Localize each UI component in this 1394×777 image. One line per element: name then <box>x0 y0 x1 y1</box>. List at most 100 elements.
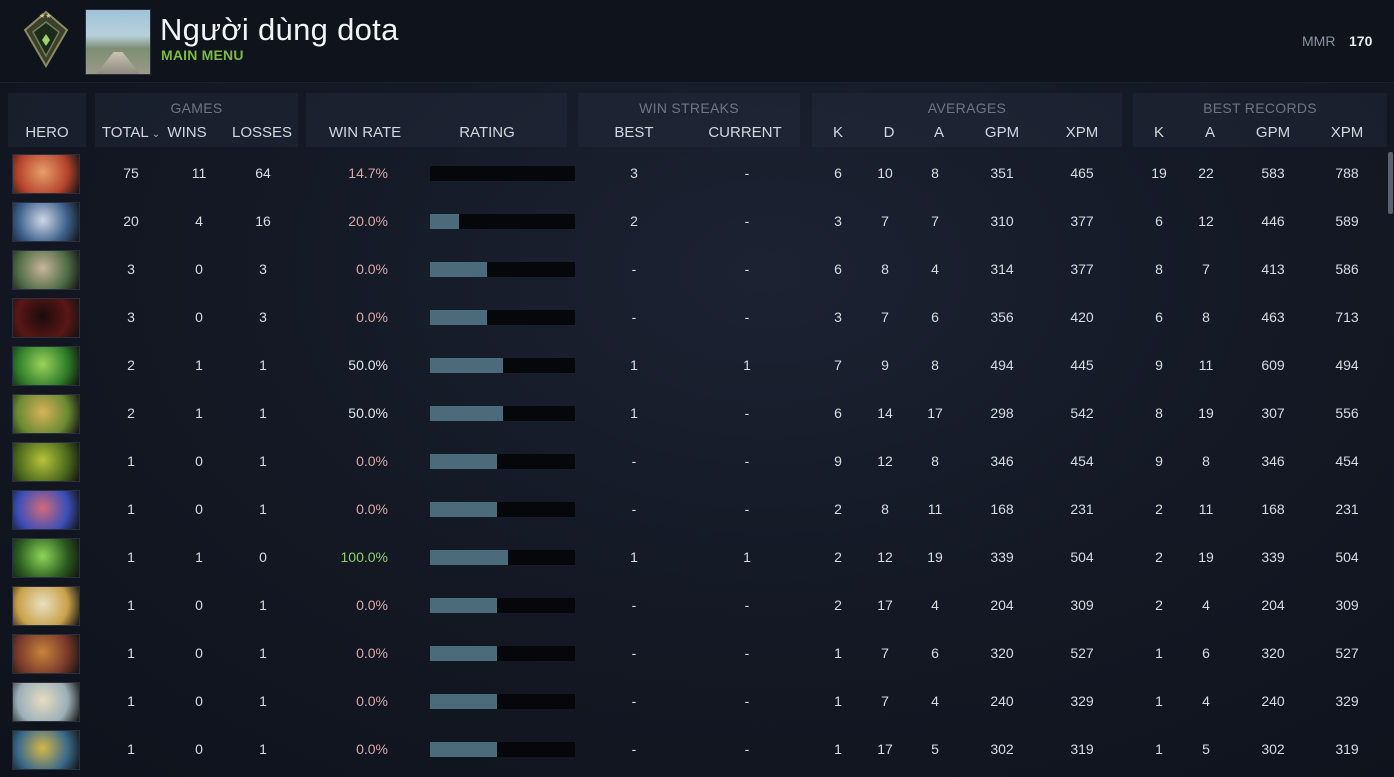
table-row[interactable]: 2 1 1 1 - 6 14 17 298 542 8 19 307 556 50.0% <box>0 390 1394 438</box>
cell-bxpm: 329 <box>1335 693 1359 709</box>
cell-wins: 1 <box>195 405 203 421</box>
table-row[interactable]: 1 0 1 - - 2 8 11 168 231 2 11 168 231 0.0% <box>0 486 1394 534</box>
cell-current: - <box>744 261 750 277</box>
svg-text:★★: ★★ <box>39 12 52 20</box>
cell-wins: 0 <box>195 261 203 277</box>
table-row[interactable]: 75 11 64 3 - 6 10 8 351 465 19 22 583 788 14.7% <box>0 150 1394 198</box>
cell-wins: 1 <box>195 357 203 373</box>
rating-bar <box>430 742 575 757</box>
rating-bar <box>430 694 575 709</box>
cell-d: 17 <box>877 597 893 613</box>
table-row[interactable]: 1 1 0 1 1 2 12 19 339 504 2 19 339 504 100.0% <box>0 534 1394 582</box>
cell-bk: 1 <box>1155 693 1163 709</box>
avatar[interactable] <box>85 9 151 75</box>
col-avg-xpm[interactable]: XPM <box>1058 124 1106 141</box>
cell-xpm: 420 <box>1070 309 1094 325</box>
scrollbar[interactable] <box>1388 152 1393 214</box>
col-win-rate[interactable]: WIN RATE <box>322 124 408 141</box>
cell-losses: 3 <box>259 309 267 325</box>
table-row[interactable]: 1 0 1 - - 2 17 4 204 309 2 4 204 309 0.0% <box>0 582 1394 630</box>
cell-d: 10 <box>877 165 893 181</box>
col-best-gpm[interactable]: GPM <box>1249 124 1297 141</box>
cell-xpm: 542 <box>1070 405 1094 421</box>
hero-portrait-icon[interactable] <box>12 394 80 434</box>
col-wins[interactable]: WINS <box>163 124 211 141</box>
best-records-group-title: BEST RECORDS <box>1203 100 1317 116</box>
col-avg-deaths[interactable]: D <box>877 124 901 141</box>
cell-best: 1 <box>630 357 638 373</box>
cell-d: 17 <box>877 741 893 757</box>
cell-bgpm: 413 <box>1261 261 1285 277</box>
table-row[interactable]: 20 4 16 2-3 7 7 310 377 6 12 446 589 20.0% <box>0 198 1394 246</box>
cell-losses: 1 <box>259 453 267 469</box>
hero-portrait-icon[interactable] <box>12 538 80 578</box>
cell-a: 4 <box>931 597 939 613</box>
cell-ba: 5 <box>1202 741 1210 757</box>
hero-portrait-icon[interactable] <box>12 154 80 194</box>
cell-a: 19 <box>927 549 943 565</box>
games-group-title: GAMES <box>170 100 223 116</box>
hero-portrait-icon[interactable] <box>12 442 80 482</box>
cell-current: - <box>744 597 750 613</box>
col-best-kills[interactable]: K <box>1147 124 1171 141</box>
col-losses[interactable]: LOSSES <box>229 124 295 141</box>
rank-medal-icon[interactable]: ★★ <box>23 10 69 68</box>
cell-current: - <box>744 645 750 661</box>
col-best-assists[interactable]: A <box>1198 124 1222 141</box>
cell-wins: 4 <box>195 213 203 229</box>
hero-portrait-icon[interactable] <box>12 202 80 242</box>
cell-a: 7 <box>931 213 939 229</box>
hero-portrait-icon[interactable] <box>12 250 80 290</box>
cell-k: 3 <box>834 213 842 229</box>
cell-total: 1 <box>127 693 135 709</box>
rating-bar-fill <box>430 358 503 373</box>
table-row[interactable]: 1 0 1 - - 1 17 5 302 319 1 5 302 319 0.0% <box>0 726 1394 774</box>
rating-bar <box>430 646 575 661</box>
table-row[interactable]: 2 1 1 1 1 7 9 8 494 445 9 11 609 494 50.0% <box>0 342 1394 390</box>
cell-total: 1 <box>127 501 135 517</box>
cell-bgpm: 446 <box>1261 213 1285 229</box>
cell-bk: 2 <box>1155 597 1163 613</box>
cell-best: - <box>631 501 637 517</box>
rating-bar-fill <box>430 454 497 469</box>
rating-bar-fill <box>430 550 508 565</box>
col-avg-gpm[interactable]: GPM <box>978 124 1026 141</box>
hero-portrait-icon[interactable] <box>12 586 80 626</box>
cell-total: 2 <box>127 357 135 373</box>
table-row[interactable]: 3 0 3 - - 6 8 4 314 377 8 7 413 586 0.0% <box>0 246 1394 294</box>
hero-portrait-icon[interactable] <box>12 490 80 530</box>
cell-ba: 7 <box>1202 261 1210 277</box>
col-total[interactable]: TOTAL ⌄ <box>96 124 166 141</box>
cell-k: 6 <box>834 405 842 421</box>
hero-portrait-icon[interactable] <box>12 682 80 722</box>
hero-portrait-icon[interactable] <box>12 634 80 674</box>
cell-gpm: 494 <box>990 357 1014 373</box>
col-avg-assists[interactable]: A <box>927 124 951 141</box>
table-row[interactable]: 1 0 1 - - 1 7 4 240 329 1 4 240 329 0.0% <box>0 678 1394 726</box>
col-avg-kills[interactable]: K <box>826 124 850 141</box>
col-rating[interactable]: RATING <box>442 124 532 141</box>
col-best-streak[interactable]: BEST <box>604 124 664 141</box>
cell-best: 3 <box>630 165 638 181</box>
cell-win-rate: 0.0% <box>356 645 388 661</box>
cell-win-rate: 0.0% <box>356 261 388 277</box>
cell-bk: 19 <box>1151 165 1167 181</box>
cell-a: 8 <box>931 165 939 181</box>
table-row[interactable]: 3 0 3 - - 3 7 6 356 420 6 8 463 713 0.0% <box>0 294 1394 342</box>
cell-k: 7 <box>834 357 842 373</box>
hero-portrait-icon[interactable] <box>12 298 80 338</box>
cell-bk: 1 <box>1155 741 1163 757</box>
rating-bar <box>430 214 575 229</box>
col-best-xpm[interactable]: XPM <box>1323 124 1371 141</box>
cell-bk: 8 <box>1155 405 1163 421</box>
table-row[interactable]: 1 0 1 - - 1 7 6 320 527 1 6 320 527 0.0% <box>0 630 1394 678</box>
hero-portrait-icon[interactable] <box>12 730 80 770</box>
cell-total: 1 <box>127 741 135 757</box>
cell-win-rate: 50.0% <box>348 357 388 373</box>
col-hero[interactable]: HERO <box>8 124 86 141</box>
main-menu-link[interactable]: MAIN MENU <box>161 47 244 63</box>
cell-bxpm: 556 <box>1335 405 1359 421</box>
col-current-streak[interactable]: CURRENT <box>700 124 790 141</box>
table-row[interactable]: 1 0 1 - - 9 12 8 346 454 9 8 346 454 0.0% <box>0 438 1394 486</box>
hero-portrait-icon[interactable] <box>12 346 80 386</box>
